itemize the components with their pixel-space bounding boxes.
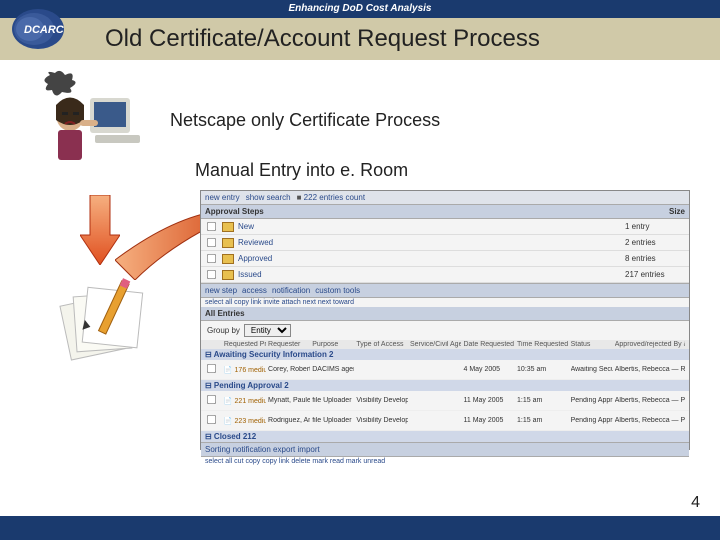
header-tagline: Enhancing DoD Cost Analysis xyxy=(0,0,720,18)
entry-row[interactable]: 📄 223 medium PriorityRodriguez, Amyfile … xyxy=(201,411,689,431)
approval-steps-header: Approval Steps Size xyxy=(201,205,689,219)
group-header[interactable]: ⊟ Pending Approval 2 xyxy=(201,380,689,391)
logo-text: DCARC xyxy=(24,24,65,36)
slide-title: Old Certificate/Account Request Process xyxy=(105,25,540,53)
entry-row[interactable]: 📄 221 medium PriorityMynatt, Paulettefil… xyxy=(201,391,689,411)
frustrated-user-clipart xyxy=(40,70,150,170)
page-number: 4 xyxy=(691,494,700,512)
entry-row[interactable]: 📄 176 medium PriorityCorey, RobertDACIMS… xyxy=(201,360,689,380)
bottom-tabs: Sorting notification export import xyxy=(201,442,689,457)
group-by-row: Group by Entity xyxy=(201,321,689,340)
column-headers: Requested Priority Requester Purpose Typ… xyxy=(201,340,689,349)
folder-row[interactable]: Approved8 entries xyxy=(201,251,689,267)
folder-row[interactable]: New1 entry xyxy=(201,219,689,235)
folder-icon xyxy=(222,270,234,280)
group-header[interactable]: ⊟ Closed 212 xyxy=(201,431,689,442)
mid-actions: select all copy link invite attach next … xyxy=(201,298,689,307)
bottom-actions: select all cut copy copy link delete mar… xyxy=(201,457,689,466)
folder-icon xyxy=(222,254,234,264)
group-header[interactable]: ⊟ Awaiting Security Information 2 xyxy=(201,349,689,360)
paperwork-clipart xyxy=(55,275,155,365)
folder-icon xyxy=(222,222,234,232)
down-arrow-icon xyxy=(80,195,120,265)
eroom-mid-tabs: new step access notification custom tool… xyxy=(201,283,689,298)
eroom-top-toolbar: new entry show search ■ 222 entries coun… xyxy=(201,191,689,205)
eroom-screenshot: new entry show search ■ 222 entries coun… xyxy=(200,190,690,450)
link-new-entry[interactable]: new entry xyxy=(205,193,240,202)
entries-count: 222 entries count xyxy=(304,193,365,202)
all-entries-header: All Entries xyxy=(201,307,689,321)
subtitle-manual-entry: Manual Entry into e. Room xyxy=(195,160,408,181)
dcarc-logo: DCARC xyxy=(10,4,90,54)
subtitle-netscape: Netscape only Certificate Process xyxy=(170,110,440,131)
footer-bar xyxy=(0,516,720,540)
folder-row[interactable]: Issued217 entries xyxy=(201,267,689,283)
link-show-search[interactable]: show search xyxy=(246,193,291,202)
folder-row[interactable]: Reviewed2 entries xyxy=(201,235,689,251)
title-band: Old Certificate/Account Request Process xyxy=(0,18,720,60)
folder-icon xyxy=(222,238,234,248)
group-by-select[interactable]: Entity xyxy=(244,324,291,337)
